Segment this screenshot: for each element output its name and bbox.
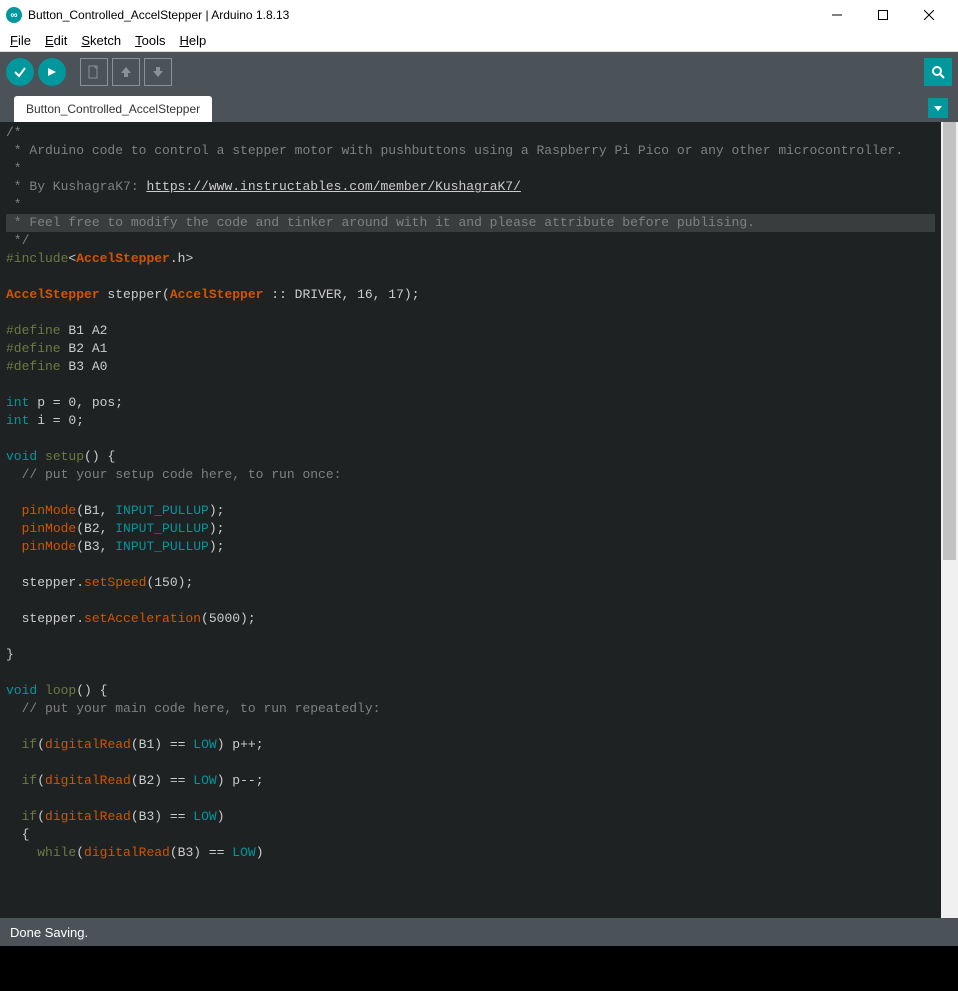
status-bar: Done Saving. xyxy=(0,918,958,946)
arduino-icon: ∞ xyxy=(6,7,22,23)
verify-button[interactable] xyxy=(6,58,34,86)
menu-file[interactable]: File xyxy=(6,31,35,50)
serial-monitor-button[interactable] xyxy=(924,58,952,86)
menu-tools[interactable]: Tools xyxy=(131,31,169,50)
open-button[interactable] xyxy=(112,58,140,86)
tab-active[interactable]: Button_Controlled_AccelStepper xyxy=(14,96,212,122)
close-button[interactable] xyxy=(906,0,952,30)
tab-label: Button_Controlled_AccelStepper xyxy=(26,102,200,116)
tab-menu-button[interactable] xyxy=(928,98,948,118)
editor-area: /* * Arduino code to control a stepper m… xyxy=(0,122,958,918)
save-button[interactable] xyxy=(144,58,172,86)
window-controls xyxy=(814,0,952,30)
menu-sketch[interactable]: Sketch xyxy=(77,31,125,50)
scrollbar-thumb[interactable] xyxy=(943,122,956,560)
window-titlebar: ∞ Button_Controlled_AccelStepper | Ardui… xyxy=(0,0,958,30)
minimize-button[interactable] xyxy=(814,0,860,30)
console-panel[interactable] xyxy=(0,946,958,991)
maximize-button[interactable] xyxy=(860,0,906,30)
window-title: Button_Controlled_AccelStepper | Arduino… xyxy=(28,8,814,22)
upload-button[interactable] xyxy=(38,58,66,86)
menu-help[interactable]: Help xyxy=(175,31,210,50)
menubar: File Edit Sketch Tools Help xyxy=(0,30,958,52)
new-button[interactable] xyxy=(80,58,108,86)
toolbar xyxy=(0,52,958,92)
code-editor[interactable]: /* * Arduino code to control a stepper m… xyxy=(0,122,941,918)
tabbar: Button_Controlled_AccelStepper xyxy=(0,92,958,122)
menu-edit[interactable]: Edit xyxy=(41,31,71,50)
status-message: Done Saving. xyxy=(10,925,88,940)
vertical-scrollbar[interactable] xyxy=(941,122,958,918)
